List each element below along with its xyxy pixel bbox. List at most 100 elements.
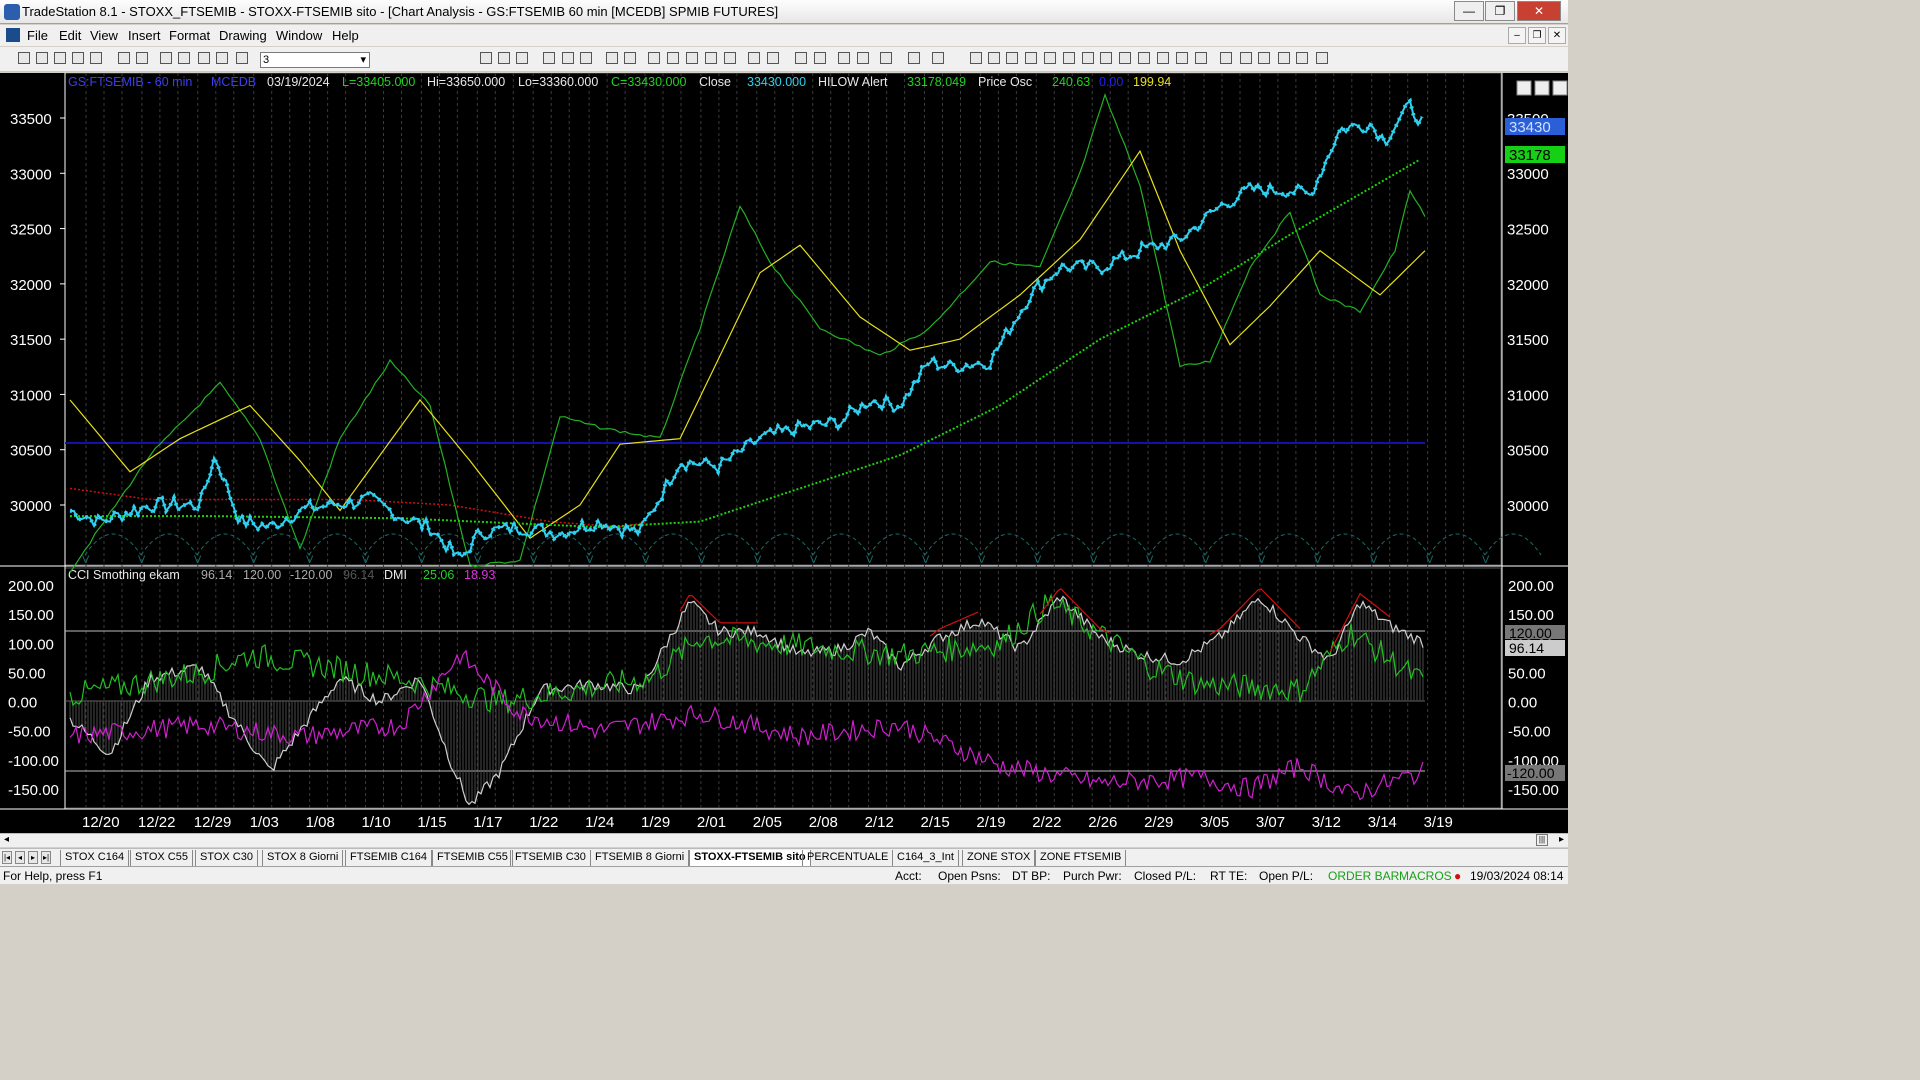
menu-edit[interactable]: Edit <box>59 28 81 43</box>
tab-stoxx-ftsemib-sito[interactable]: STOXX-FTSEMIB sito <box>689 850 811 866</box>
toolbar-icon-23[interactable] <box>705 52 717 64</box>
toolbar-icon-17[interactable] <box>580 52 592 64</box>
menu-window[interactable]: Window <box>276 28 322 43</box>
toolbar-icon-45[interactable] <box>1176 52 1188 64</box>
mdi-restore-button[interactable]: ❐ <box>1528 27 1546 44</box>
maximize-button[interactable]: ❐ <box>1485 1 1515 21</box>
tab-prev-icon[interactable]: ◂ <box>15 851 25 864</box>
toolbar-icon-24[interactable] <box>724 52 736 64</box>
menu-format[interactable]: Format <box>169 28 210 43</box>
toolbar-icon-3[interactable] <box>72 52 84 64</box>
toolbar-icon-39[interactable] <box>1063 52 1075 64</box>
toolbar-icon-29[interactable] <box>838 52 850 64</box>
toolbar-icon-21[interactable] <box>667 52 679 64</box>
tab-ftsemib-c164[interactable]: FTSEMIB C164 <box>345 850 433 866</box>
toolbar-icon-51[interactable] <box>1296 52 1308 64</box>
toolbar-icon-19[interactable] <box>624 52 636 64</box>
tab-c164-3-int[interactable]: C164_3_Int <box>892 850 959 866</box>
menu-view[interactable]: View <box>90 28 118 43</box>
tab-stox-c30[interactable]: STOX C30 <box>195 850 258 866</box>
toolbar-icon-36[interactable] <box>1006 52 1018 64</box>
toolbar-icon-42[interactable] <box>1119 52 1131 64</box>
chart-scrollbar[interactable]: ◂ ||| ▸ <box>0 833 1568 847</box>
toolbar-icon-20[interactable] <box>648 52 660 64</box>
mdi-minimize-button[interactable]: – <box>1508 27 1526 44</box>
panel-minimize-button[interactable] <box>1516 80 1532 96</box>
toolbar-icon-44[interactable] <box>1157 52 1169 64</box>
tab-stox-c164[interactable]: STOX C164 <box>60 850 130 866</box>
toolbar-icon-15[interactable] <box>543 52 555 64</box>
toolbar-icon-32[interactable] <box>908 52 920 64</box>
scroll-thumb[interactable]: ||| <box>1536 834 1548 846</box>
toolbar-icon-10[interactable] <box>216 52 228 64</box>
toolbar-icon-40[interactable] <box>1082 52 1094 64</box>
toolbar-icon-41[interactable] <box>1100 52 1112 64</box>
tab-first-icon[interactable]: |◂ <box>2 851 12 864</box>
toolbar-icon-28[interactable] <box>814 52 826 64</box>
tab-zone-stox[interactable]: ZONE STOX <box>962 850 1036 866</box>
toolbar-icon-12[interactable] <box>480 52 492 64</box>
toolbar-icon-22[interactable] <box>686 52 698 64</box>
toolbar-icon-50[interactable] <box>1278 52 1290 64</box>
toolbar-icon-1[interactable] <box>36 52 48 64</box>
toolbar-icon-11[interactable] <box>236 52 248 64</box>
mdi-close-button[interactable]: ✕ <box>1548 27 1566 44</box>
date-label: 2/22 <box>1032 814 1061 831</box>
tab-ftsemib-8-giorni[interactable]: FTSEMIB 8 Giorni <box>590 850 690 866</box>
panel-close-button[interactable] <box>1552 80 1568 96</box>
tab-last-icon[interactable]: ▸| <box>41 851 51 864</box>
tab-stox-c55[interactable]: STOX C55 <box>130 850 193 866</box>
toolbar-icon-4[interactable] <box>90 52 102 64</box>
order-bar-button[interactable]: ORDER BAR <box>1328 869 1399 883</box>
toolbar-icon-0[interactable] <box>18 52 30 64</box>
minimize-button[interactable]: — <box>1454 1 1484 21</box>
toolbar-icon-47[interactable] <box>1220 52 1232 64</box>
date-label: 2/12 <box>865 814 894 831</box>
panel-restore-button[interactable] <box>1534 80 1550 96</box>
toolbar-icon-34[interactable] <box>970 52 982 64</box>
toolbar-icon-37[interactable] <box>1025 52 1037 64</box>
toolbar-icon-52[interactable] <box>1316 52 1328 64</box>
interval-select[interactable]: 3 ▾ <box>260 52 370 68</box>
tab-ftsemib-c55[interactable]: FTSEMIB C55 <box>432 850 513 866</box>
toolbar-icon-9[interactable] <box>198 52 210 64</box>
close-button[interactable]: ✕ <box>1517 1 1561 21</box>
tab-percentuale[interactable]: PERCENTUALE <box>802 850 894 866</box>
chart-area[interactable]: GS:FTSEMIB - 60 min MCEDB 03/19/2024 L=3… <box>0 72 1568 833</box>
scroll-right-icon[interactable]: ▸ <box>1559 834 1564 845</box>
toolbar-icon-46[interactable] <box>1195 52 1207 64</box>
toolbar-icon-26[interactable] <box>767 52 779 64</box>
toolbar-icon-48[interactable] <box>1240 52 1252 64</box>
tab-stox-8-giorni[interactable]: STOX 8 Giorni <box>262 850 344 866</box>
toolbar-icon-49[interactable] <box>1258 52 1270 64</box>
menu-help[interactable]: Help <box>332 28 359 43</box>
toolbar-icon-6[interactable] <box>136 52 148 64</box>
toolbar-icon-8[interactable] <box>178 52 190 64</box>
toolbar-icon-30[interactable] <box>857 52 869 64</box>
tab-ftsemib-c30[interactable]: FTSEMIB C30 <box>510 850 591 866</box>
menu-file[interactable]: File <box>27 28 48 43</box>
toolbar-icon-16[interactable] <box>562 52 574 64</box>
chart-svg[interactable]: GS:FTSEMIB - 60 min MCEDB 03/19/2024 L=3… <box>0 72 1568 833</box>
toolbar-icon-43[interactable] <box>1138 52 1150 64</box>
tab-zone-ftsemib[interactable]: ZONE FTSEMIB <box>1035 850 1127 866</box>
toolbar-icon-31[interactable] <box>880 52 892 64</box>
toolbar-icon-35[interactable] <box>988 52 1000 64</box>
macros-button[interactable]: MACROS <box>1399 869 1452 883</box>
toolbar-icon-5[interactable] <box>118 52 130 64</box>
toolbar-icon-38[interactable] <box>1044 52 1056 64</box>
toolbar-icon-2[interactable] <box>54 52 66 64</box>
tab-next-icon[interactable]: ▸ <box>28 851 38 864</box>
toolbar-icon-7[interactable] <box>160 52 172 64</box>
toolbar-icon-13[interactable] <box>498 52 510 64</box>
scroll-left-icon[interactable]: ◂ <box>4 834 9 845</box>
toolbar-icon-33[interactable] <box>932 52 944 64</box>
chevron-down-icon[interactable]: ▾ <box>360 53 366 67</box>
toolbar-icon-14[interactable] <box>516 52 528 64</box>
indicator-axis-label-right: -50.00 <box>1508 724 1551 741</box>
menu-insert[interactable]: Insert <box>128 28 161 43</box>
toolbar-icon-25[interactable] <box>748 52 760 64</box>
menu-drawing[interactable]: Drawing <box>219 28 267 43</box>
toolbar-icon-27[interactable] <box>795 52 807 64</box>
toolbar-icon-18[interactable] <box>606 52 618 64</box>
